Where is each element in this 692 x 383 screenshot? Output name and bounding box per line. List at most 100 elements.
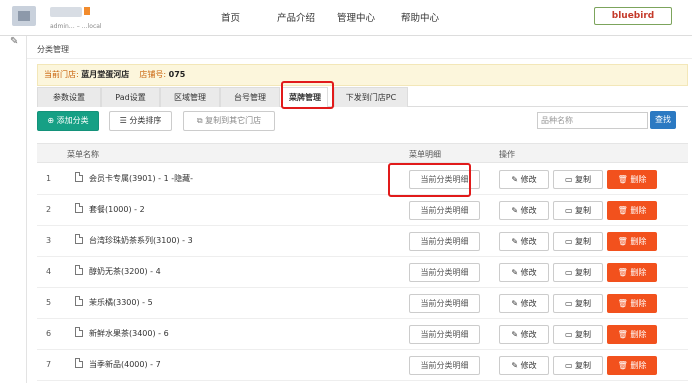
breadcrumb-divider: [27, 58, 692, 59]
current-detail-button[interactable]: 当前分类明细: [409, 325, 480, 344]
table-header: 菜单名称 菜单明细 操作: [37, 143, 688, 163]
tab-pad[interactable]: Pad设置: [101, 87, 160, 107]
table-row: 5 茉乐橘(3300) - 5 当前分类明细 ✎ 修改 ▭ 复制 🗑 删除: [37, 288, 688, 319]
copy-button[interactable]: ▭ 复制: [553, 170, 603, 189]
copy-icon: ▭: [564, 175, 576, 184]
table-row: 4 醇奶无茶(3200) - 4 当前分类明细 ✎ 修改 ▭ 复制 🗑 删除: [37, 257, 688, 288]
table-row: 7 当季新品(4000) - 7 当前分类明细 ✎ 修改 ▭ 复制 🗑 删除: [37, 350, 688, 381]
pencil-icon: ✎: [511, 206, 521, 215]
trash-icon: 🗑: [617, 268, 631, 277]
tab-push-to-pc[interactable]: 下发到门店PC: [334, 87, 408, 107]
edit-button[interactable]: ✎ 修改: [499, 294, 549, 313]
search-button[interactable]: 查找: [650, 111, 676, 129]
copy-icon: ▭: [564, 237, 576, 246]
row-index: 6: [46, 329, 52, 338]
copy-icon: ▭: [564, 268, 576, 277]
tab-area[interactable]: 区域管理: [160, 87, 220, 107]
row-name: 茉乐橘(3300) - 5: [89, 298, 153, 307]
document-icon: [75, 172, 83, 182]
table-row: 3 台湾珍珠奶茶系列(3100) - 3 当前分类明细 ✎ 修改 ▭ 复制 🗑 删除: [37, 226, 688, 257]
current-detail-button[interactable]: 当前分类明细: [409, 263, 480, 282]
row-index: 1: [46, 174, 52, 183]
breadcrumb: 分类管理: [37, 45, 69, 54]
row-index: 5: [46, 298, 52, 307]
edit-button[interactable]: ✎ 修改: [499, 232, 549, 251]
delete-button[interactable]: 🗑 删除: [607, 263, 657, 282]
edit-button[interactable]: ✎ 修改: [499, 356, 549, 375]
pencil-icon: ✎: [511, 175, 521, 184]
search-input[interactable]: 品种名称: [537, 112, 648, 129]
current-detail-button[interactable]: 当前分类明细: [409, 232, 480, 251]
site-badge: [84, 7, 90, 15]
sort-category-button[interactable]: ☰ 分类排序: [109, 111, 172, 131]
document-icon: [75, 203, 83, 213]
edit-button[interactable]: ✎ 修改: [499, 325, 549, 344]
pencil-icon: ✎: [511, 237, 521, 246]
delete-button[interactable]: 🗑 删除: [607, 294, 657, 313]
delete-button[interactable]: 🗑 删除: [607, 356, 657, 375]
edit-button[interactable]: ✎ 修改: [499, 170, 549, 189]
row-index: 3: [46, 236, 52, 245]
table-row: 1 会员卡专属(3901) - 1 -隐藏- 当前分类明细 ✎ 修改 ▭ 复制 🗑 删除: [37, 164, 688, 195]
add-category-button[interactable]: ⊕ 添加分类: [37, 111, 99, 131]
row-index: 4: [46, 267, 52, 276]
delete-button[interactable]: 🗑 删除: [607, 232, 657, 251]
copy-button[interactable]: ▭ 复制: [553, 201, 603, 220]
current-detail-button[interactable]: 当前分类明细: [409, 356, 480, 375]
nav-management[interactable]: 管理中心: [337, 10, 401, 24]
pin-icon[interactable]: ✎: [10, 36, 18, 47]
trash-icon: 🗑: [617, 237, 631, 246]
copy-button[interactable]: ▭ 复制: [553, 294, 603, 313]
store-name: 蓝月堂蛋河店: [81, 70, 130, 79]
edit-button[interactable]: ✎ 修改: [499, 201, 549, 220]
row-name: 会员卡专属(3901) - 1 -隐藏-: [89, 174, 193, 183]
pencil-icon: ✎: [511, 361, 521, 370]
copy-button[interactable]: ▭ 复制: [553, 356, 603, 375]
trash-icon: 🗑: [617, 361, 631, 370]
pencil-icon: ✎: [511, 268, 521, 277]
current-detail-button[interactable]: 当前分类明细: [409, 294, 480, 313]
document-icon: [75, 358, 83, 368]
row-index: 2: [46, 205, 52, 214]
nav-help[interactable]: 帮助中心: [401, 10, 461, 24]
document-icon: [75, 327, 83, 337]
copy-to-other-stores-button[interactable]: ⧉ 复制到其它门店: [183, 111, 275, 131]
user-button[interactable]: bluebird: [594, 7, 672, 25]
copy-button[interactable]: ▭ 复制: [553, 263, 603, 282]
detail-highlight-box: [388, 163, 471, 197]
trash-icon: 🗑: [617, 330, 631, 339]
tab-params[interactable]: 参数设置: [37, 87, 101, 107]
delete-button[interactable]: 🗑 删除: [607, 201, 657, 220]
document-icon: [75, 265, 83, 275]
pencil-icon: ✎: [511, 330, 521, 339]
trash-icon: 🗑: [617, 299, 631, 308]
col-menu-name: 菜单名称: [67, 150, 99, 159]
tab-table-number[interactable]: 台号管理: [220, 87, 280, 107]
table-row: 2 套餐(1000) - 2 当前分类明细 ✎ 修改 ▭ 复制 🗑 删除: [37, 195, 688, 226]
main-nav: 首页 产品介绍 管理中心 帮助中心: [221, 10, 461, 24]
top-header: admin… – …local 首页 产品介绍 管理中心 帮助中心 bluebi…: [0, 0, 692, 35]
site-name-blurred: [50, 7, 82, 17]
row-name: 套餐(1000) - 2: [89, 205, 145, 214]
copy-icon: ▭: [564, 299, 576, 308]
edit-button[interactable]: ✎ 修改: [499, 263, 549, 282]
plus-circle-icon: ⊕: [47, 116, 55, 125]
document-icon: [75, 234, 83, 244]
copy-icon: ▭: [564, 206, 576, 215]
main-content: 分类管理 当前门店: 蓝月堂蛋河店 店铺号: 075 参数设置 Pad设置 区域…: [26, 36, 692, 383]
document-icon: [75, 296, 83, 306]
tab-highlight-box: [281, 81, 334, 109]
copy-button[interactable]: ▭ 复制: [553, 325, 603, 344]
delete-button[interactable]: 🗑 删除: [607, 170, 657, 189]
row-name: 新鲜水果茶(3400) - 6: [89, 329, 169, 338]
copy-icon: ⧉: [196, 116, 203, 125]
copy-button[interactable]: ▭ 复制: [553, 232, 603, 251]
current-detail-button[interactable]: 当前分类明细: [409, 201, 480, 220]
store-number: 075: [168, 70, 186, 79]
store-label: 当前门店:: [44, 70, 79, 79]
delete-button[interactable]: 🗑 删除: [607, 325, 657, 344]
nav-home[interactable]: 首页: [221, 10, 277, 24]
nav-product[interactable]: 产品介绍: [277, 10, 337, 24]
col-actions: 操作: [499, 150, 515, 159]
list-icon: ☰: [119, 116, 127, 125]
